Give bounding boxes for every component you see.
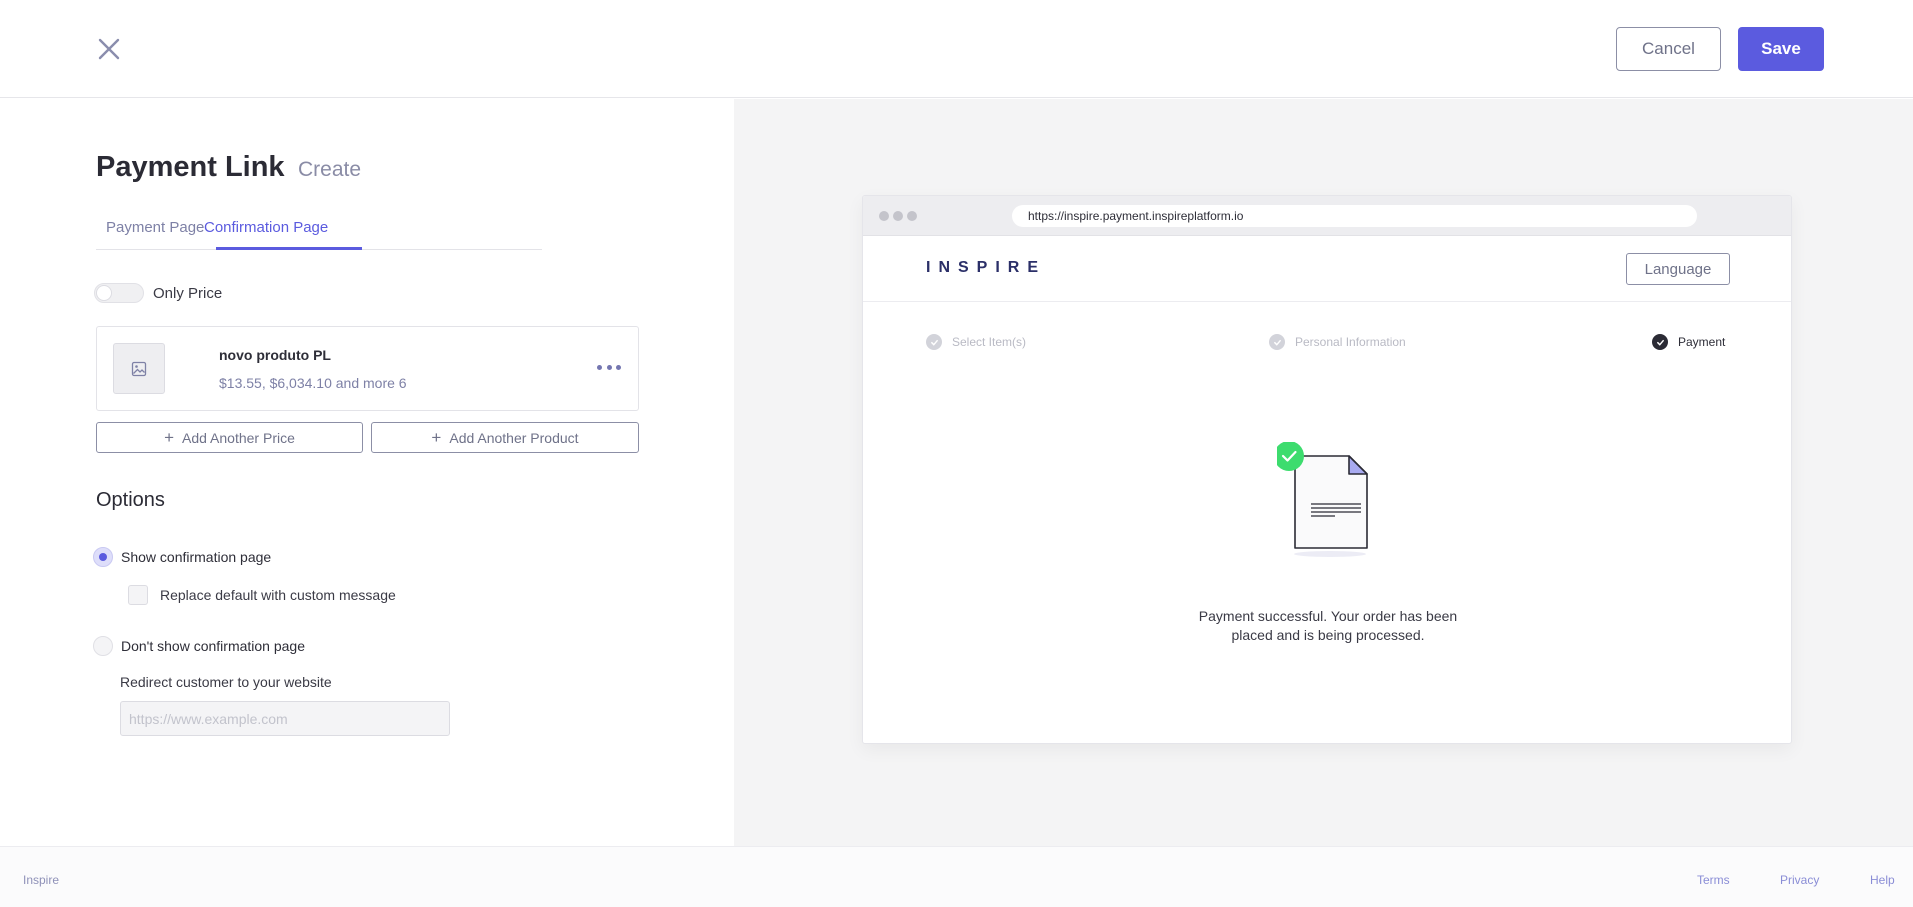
replace-default-checkbox[interactable] [128, 585, 148, 605]
window-dot-icon [907, 211, 917, 221]
product-name: novo produto PL [219, 347, 331, 363]
save-button[interactable]: Save [1738, 27, 1824, 71]
preview-divider [863, 301, 1791, 302]
step-select-items: Select Item(s) [926, 334, 1026, 350]
preview-url-bar: https://inspire.payment.inspireplatform.… [1012, 205, 1697, 227]
show-confirmation-label: Show confirmation page [121, 549, 272, 565]
plus-icon: + [164, 428, 175, 447]
window-dot-icon [893, 211, 903, 221]
dont-show-confirmation-label: Don't show confirmation page [121, 638, 305, 654]
tab-payment-page[interactable]: Payment Page [106, 219, 204, 250]
options-heading: Options [96, 489, 165, 511]
footer-help-link[interactable]: Help [1870, 873, 1895, 887]
step-personal-information: Personal Information [1269, 334, 1406, 350]
success-message: Payment successful. Your order has been … [1198, 608, 1458, 643]
only-price-toggle[interactable] [94, 283, 144, 303]
close-icon[interactable] [96, 36, 122, 62]
redirect-label: Redirect customer to your website [120, 674, 332, 690]
product-card: novo produto PL $13.55, $6,034.10 and mo… [96, 326, 639, 411]
more-options-icon[interactable] [597, 357, 621, 377]
dont-show-confirmation-radio[interactable] [93, 636, 113, 656]
footer: Inspire Terms Privacy Help [0, 846, 1913, 907]
toggle-knob [96, 285, 112, 301]
footer-privacy-link[interactable]: Privacy [1780, 873, 1819, 887]
step-payment: Payment [1652, 334, 1725, 350]
step-label: Personal Information [1295, 335, 1406, 349]
check-icon [1652, 334, 1668, 350]
add-another-price-button[interactable]: + Add Another Price [96, 422, 363, 453]
editor-panel: Payment Link Create Payment Page Confirm… [0, 99, 734, 846]
footer-brand-link[interactable]: Inspire [23, 873, 59, 887]
cancel-button[interactable]: Cancel [1616, 27, 1721, 71]
top-bar: Cancel Save [0, 0, 1913, 98]
only-price-label: Only Price [153, 285, 223, 302]
check-icon [926, 334, 942, 350]
brand-logo: INSPIRE [926, 259, 1047, 276]
page-subtitle: Create [298, 158, 362, 181]
preview-panel: https://inspire.payment.inspireplatform.… [734, 99, 1913, 846]
add-product-label: Add Another Product [449, 429, 579, 446]
browser-chrome: https://inspire.payment.inspireplatform.… [863, 196, 1791, 236]
document-success-icon [1274, 441, 1377, 562]
plus-icon: + [431, 428, 442, 447]
show-confirmation-radio[interactable] [93, 547, 113, 567]
tab-confirmation-page[interactable]: Confirmation Page [204, 219, 328, 250]
replace-default-label: Replace default with custom message [160, 587, 396, 603]
add-another-product-button[interactable]: + Add Another Product [371, 422, 639, 453]
product-prices: $13.55, $6,034.10 and more 6 [219, 375, 407, 391]
page-title: Payment Link [96, 151, 285, 183]
step-label: Select Item(s) [952, 335, 1027, 349]
image-placeholder-icon [113, 343, 165, 394]
footer-terms-link[interactable]: Terms [1697, 873, 1730, 887]
active-tab-indicator [216, 247, 362, 250]
redirect-url-input[interactable] [120, 701, 450, 736]
language-button[interactable]: Language [1626, 253, 1730, 285]
add-price-label: Add Another Price [182, 429, 295, 446]
step-label: Payment [1678, 335, 1726, 349]
window-dot-icon [879, 211, 889, 221]
browser-preview: https://inspire.payment.inspireplatform.… [862, 195, 1792, 744]
check-icon [1269, 334, 1285, 350]
tab-bar: Payment Page Confirmation Page [96, 211, 542, 250]
